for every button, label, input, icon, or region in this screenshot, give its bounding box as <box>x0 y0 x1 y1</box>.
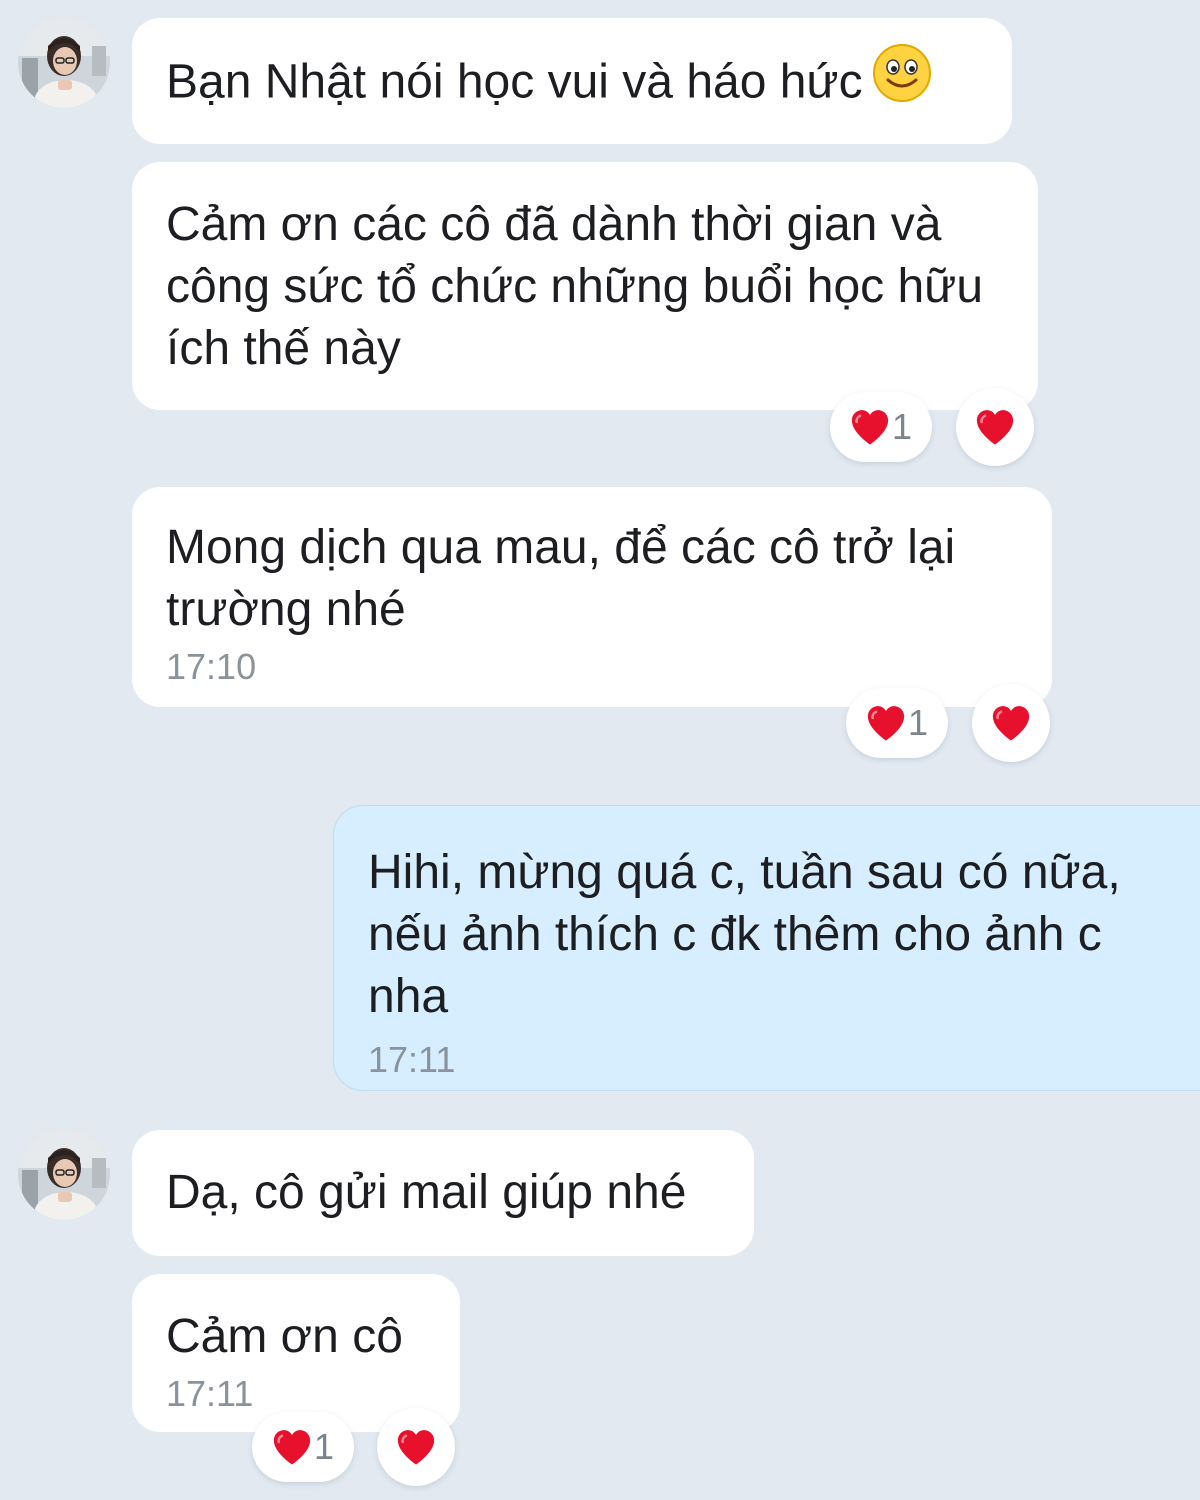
message-time: 17:10 <box>166 646 257 687</box>
message-bubble-4-outgoing[interactable]: Hihi, mừng quá c, tuần sau có nữa, nếu ả… <box>333 805 1200 1091</box>
message-text: Bạn Nhật nói học vui và háo hức <box>166 55 863 109</box>
react-heart-button[interactable] <box>972 684 1050 762</box>
message-time: 17:11 <box>166 1373 254 1414</box>
message-bubble-2[interactable]: Cảm ơn các cô đã dành thời gian và công … <box>132 162 1038 410</box>
message-text: Cảm ơn các cô đã dành thời gian và công … <box>166 198 984 375</box>
message-text: Dạ, cô gửi mail giúp nhé <box>166 1166 687 1219</box>
heart-icon <box>866 704 906 742</box>
heart-icon <box>850 408 890 446</box>
reaction-count-number: 1 <box>891 406 913 447</box>
message-bubble-1[interactable]: Bạn Nhật nói học vui và háo hức <box>132 18 1012 144</box>
heart-icon <box>396 1428 436 1466</box>
contact-avatar[interactable] <box>18 1128 110 1220</box>
message-text: Mong dịch qua mau, để các cô trở lại trư… <box>166 521 956 636</box>
message-text: Hihi, mừng quá c, tuần sau có nữa, nếu ả… <box>368 846 1121 1023</box>
react-heart-button[interactable] <box>377 1408 455 1486</box>
reaction-count-number: 1 <box>313 1426 335 1467</box>
message-time: 17:11 <box>368 1039 456 1080</box>
heart-icon <box>991 704 1031 742</box>
reaction-count-2[interactable]: 1 <box>830 392 932 462</box>
heart-icon <box>975 408 1015 446</box>
react-heart-button[interactable] <box>956 388 1034 466</box>
message-text: Cảm ơn cô <box>166 1310 403 1363</box>
heart-icon <box>272 1428 312 1466</box>
reaction-count-3[interactable]: 1 <box>846 688 948 758</box>
reaction-count-number: 1 <box>907 702 929 743</box>
contact-avatar[interactable] <box>18 16 110 108</box>
reaction-count-6[interactable]: 1 <box>252 1412 354 1482</box>
message-bubble-3[interactable]: Mong dịch qua mau, để các cô trở lại trư… <box>132 487 1052 707</box>
message-bubble-5[interactable]: Dạ, cô gửi mail giúp nhé <box>132 1130 754 1256</box>
smile-emoji-icon <box>871 42 933 120</box>
